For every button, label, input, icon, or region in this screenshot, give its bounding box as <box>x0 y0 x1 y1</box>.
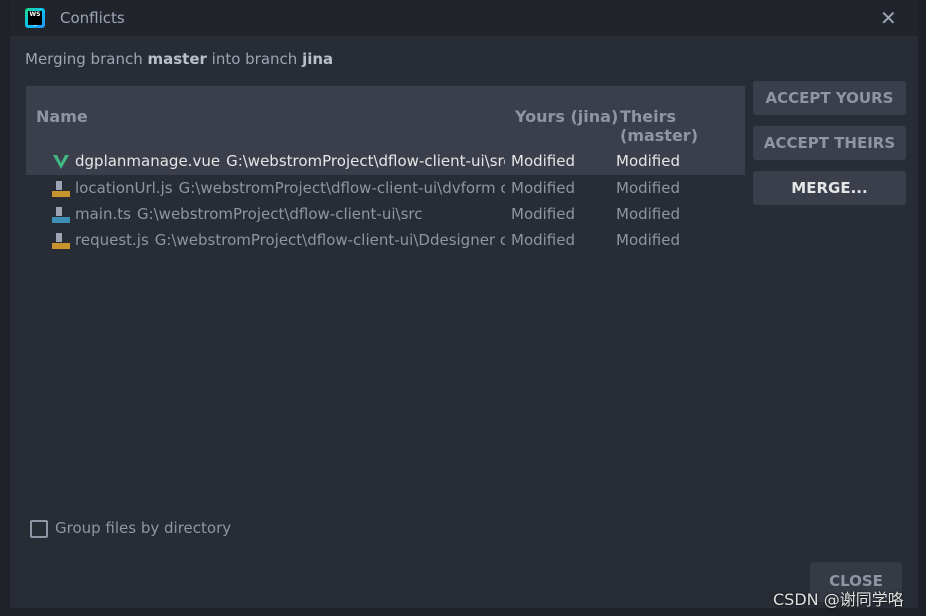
accept-theirs-button[interactable]: ACCEPT THEIRS <box>753 126 906 160</box>
theirs-status: Modified <box>616 179 681 197</box>
yours-status: Modified <box>511 179 576 197</box>
column-header-theirs[interactable]: Theirs (master) <box>620 107 745 145</box>
window-title: Conflicts <box>60 9 125 27</box>
table-row[interactable]: locationUrl.js G:\webstromProject\dflow-c… <box>26 175 745 201</box>
yours-status: Modified <box>511 152 576 170</box>
group-by-directory-checkbox[interactable] <box>30 520 48 538</box>
group-by-directory-label[interactable]: Group files by directory <box>55 519 231 537</box>
table-row[interactable]: request.js G:\webstromProject\dflow-clien… <box>26 227 745 253</box>
conflicts-dialog: WS _ Conflicts ✕ Merging branch master in… <box>10 0 918 608</box>
table-header: Name Yours (jina) Theirs (master) <box>26 86 745 148</box>
ts-file-icon <box>52 207 70 223</box>
merge-description: Merging branch master into branch jina <box>25 50 334 68</box>
title-bar: WS _ Conflicts ✕ <box>10 0 918 36</box>
close-icon[interactable]: ✕ <box>880 6 897 30</box>
theirs-status: Modified <box>616 152 681 170</box>
merge-button[interactable]: MERGE... <box>753 171 906 205</box>
yours-status: Modified <box>511 231 576 249</box>
vue-file-icon <box>53 155 69 169</box>
table-row[interactable]: main.ts G:\webstromProject\dflow-client-u… <box>26 201 745 227</box>
column-header-name[interactable]: Name <box>36 107 88 126</box>
theirs-status: Modified <box>616 231 681 249</box>
watermark: CSDN @谢同学咯 <box>773 590 904 609</box>
column-header-yours[interactable]: Yours (jina) <box>515 107 618 126</box>
theirs-status: Modified <box>616 205 681 223</box>
table-row[interactable]: dgplanmanage.vue G:\webstromProject\dflow… <box>26 148 745 175</box>
yours-status: Modified <box>511 205 576 223</box>
conflicts-table: Name Yours (jina) Theirs (master) dgplan… <box>26 86 745 266</box>
webstorm-logo-icon: WS _ <box>25 8 45 28</box>
js-file-icon <box>52 181 70 197</box>
js-file-icon <box>52 233 70 249</box>
accept-yours-button[interactable]: ACCEPT YOURS <box>753 81 906 115</box>
